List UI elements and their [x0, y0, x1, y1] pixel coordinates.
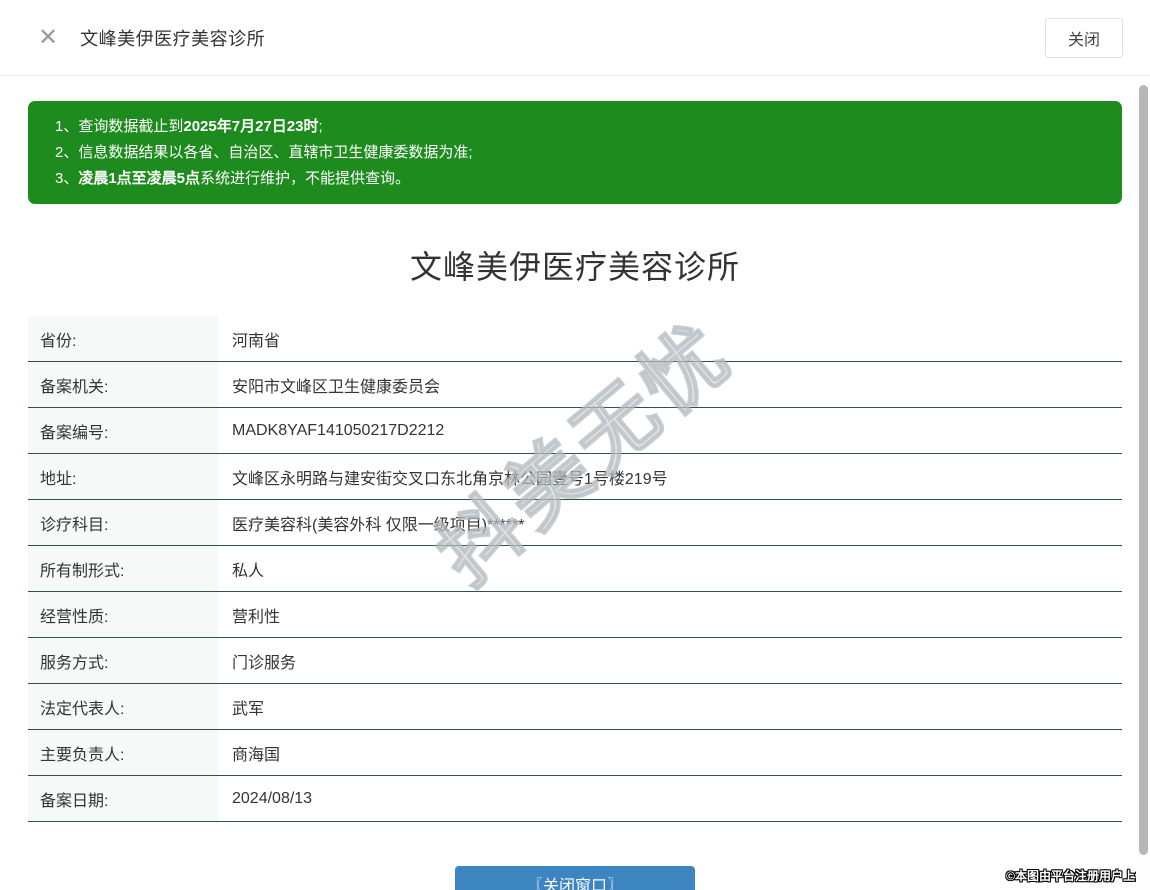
notice-banner: 1、查询数据截止到2025年7月27日23时; 2、信息数据结果以各省、自治区、…	[28, 101, 1122, 204]
row-value: 文峰区永明路与建安街交叉口东北角京林公园壹号1号楼219号	[218, 454, 1122, 499]
scrollbar-track[interactable]	[1136, 77, 1150, 890]
table-row-principal: 主要负责人: 商海国	[28, 730, 1122, 776]
clinic-name-title: 文峰美伊医疗美容诊所	[0, 242, 1150, 288]
row-value: 商海国	[218, 730, 1122, 775]
row-label: 备案编号:	[28, 408, 218, 453]
row-label: 主要负责人:	[28, 730, 218, 775]
row-value: 门诊服务	[218, 638, 1122, 683]
close-window-button[interactable]: 〖关闭窗口〗	[455, 866, 695, 890]
row-value: MADK8YAF141050217D2212	[218, 408, 1122, 453]
row-value: 私人	[218, 546, 1122, 591]
table-row-filing-number: 备案编号: MADK8YAF141050217D2212	[28, 408, 1122, 454]
row-value: 河南省	[218, 316, 1122, 361]
notice-line-2-number: 2、	[55, 144, 78, 161]
bottom-button-area: 〖关闭窗口〗	[0, 866, 1150, 890]
table-row-filing-authority: 备案机关: 安阳市文峰区卫生健康委员会	[28, 362, 1122, 408]
row-value: 医疗美容科(美容外科 仅限一级项目)******	[218, 500, 1122, 545]
table-row-medical-subjects: 诊疗科目: 医疗美容科(美容外科 仅限一级项目)******	[28, 500, 1122, 546]
notice-line-3-number: 3、	[55, 170, 78, 187]
notice-line-2-text: 信息数据结果以各省、自治区、直辖市卫生健康委数据为准;	[78, 144, 472, 161]
notice-line-1-tail: ;	[318, 118, 322, 135]
notice-line-2: 2、信息数据结果以各省、自治区、直辖市卫生健康委数据为准;	[55, 140, 1102, 166]
scrollbar-thumb[interactable]	[1139, 85, 1148, 855]
notice-line-3: 3、凌晨1点至凌晨5点系统进行维护，不能提供查询。	[55, 166, 1102, 192]
row-label: 所有制形式:	[28, 546, 218, 591]
row-value: 武军	[218, 684, 1122, 729]
row-label: 备案机关:	[28, 362, 218, 407]
table-row-service-mode: 服务方式: 门诊服务	[28, 638, 1122, 684]
row-value: 营利性	[218, 592, 1122, 637]
row-value: 2024/08/13	[218, 776, 1122, 821]
notice-line-3-bold: 凌晨1点至凌晨5点	[78, 170, 200, 187]
row-label: 诊疗科目:	[28, 500, 218, 545]
table-row-business-nature: 经营性质: 营利性	[28, 592, 1122, 638]
header-bar: ✕ 文峰美伊医疗美容诊所 关闭	[0, 0, 1150, 76]
table-row-legal-representative: 法定代表人: 武军	[28, 684, 1122, 730]
table-row-province: 省份: 河南省	[28, 316, 1122, 362]
row-label: 法定代表人:	[28, 684, 218, 729]
notice-line-1-text: 查询数据截止到	[78, 118, 183, 135]
close-button[interactable]: 关闭	[1045, 18, 1123, 58]
row-label: 地址:	[28, 454, 218, 499]
row-label: 经营性质:	[28, 592, 218, 637]
row-label: 服务方式:	[28, 638, 218, 683]
table-row-address: 地址: 文峰区永明路与建安街交叉口东北角京林公园壹号1号楼219号	[28, 454, 1122, 500]
row-label: 省份:	[28, 316, 218, 361]
table-row-ownership: 所有制形式: 私人	[28, 546, 1122, 592]
notice-line-1: 1、查询数据截止到2025年7月27日23时;	[55, 114, 1102, 140]
row-label: 备案日期:	[28, 776, 218, 821]
notice-line-1-bold: 2025年7月27日23时	[183, 118, 318, 135]
row-value: 安阳市文峰区卫生健康委员会	[218, 362, 1122, 407]
notice-line-1-number: 1、	[55, 118, 78, 135]
clinic-info-table: 省份: 河南省 备案机关: 安阳市文峰区卫生健康委员会 备案编号: MADK8Y…	[28, 316, 1122, 822]
notice-line-3-tail: 系统进行维护，不能提供查询。	[200, 170, 410, 187]
table-row-filing-date: 备案日期: 2024/08/13	[28, 776, 1122, 822]
close-x-icon[interactable]: ✕	[38, 26, 58, 50]
page-title: 文峰美伊医疗美容诊所	[80, 25, 265, 51]
